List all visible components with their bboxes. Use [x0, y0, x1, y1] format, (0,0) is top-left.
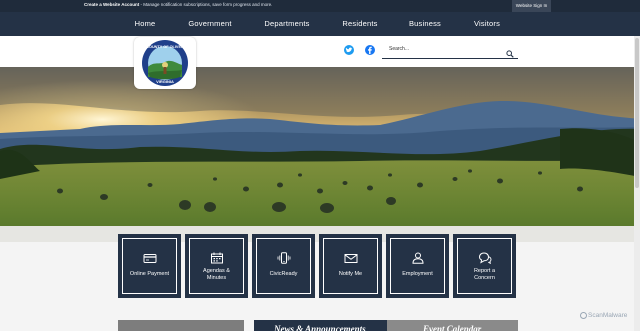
nav-home[interactable]: Home	[135, 12, 156, 36]
tile-label-line2: Concern	[474, 275, 495, 281]
facebook-icon[interactable]	[365, 45, 375, 55]
tile-frame: Report a Concern	[457, 238, 512, 294]
tile-civicready[interactable]: CivicReady	[252, 234, 315, 298]
search-input[interactable]: Search...	[382, 42, 518, 59]
create-account-link[interactable]: Create a Website Account - Manage notifi…	[84, 2, 272, 7]
person-icon	[411, 251, 425, 269]
envelope-icon	[344, 251, 358, 269]
tile-frame: Online Payment	[122, 238, 177, 294]
logo-top-text: COUNTY OF OLIVER	[146, 45, 184, 49]
website-sign-in-button[interactable]: Website Sign In	[512, 0, 551, 12]
page-scrollbar[interactable]	[634, 36, 640, 331]
credit-card-icon	[143, 251, 157, 269]
utility-bar: Create a Website Account - Manage notifi…	[0, 0, 640, 12]
tile-report-a-concern[interactable]: Report a Concern	[453, 234, 516, 298]
left-feature-panel	[118, 320, 244, 331]
chat-bubbles-icon	[478, 251, 492, 269]
tile-frame: Employment	[390, 238, 445, 294]
tile-online-payment[interactable]: Online Payment	[118, 234, 181, 298]
nav-departments[interactable]: Departments	[264, 12, 309, 36]
event-calendar-tab[interactable]: Event Calendar	[387, 320, 518, 331]
logo-bottom-text: VIRGINIA	[156, 79, 174, 84]
scrollbar-thumb[interactable]	[635, 38, 639, 188]
tile-label: Online Payment	[129, 271, 170, 277]
tile-label-line1: Agendas &	[203, 268, 230, 274]
phone-vibrate-icon	[277, 251, 291, 269]
hero-landscape-image	[0, 67, 640, 226]
tile-label: CivicReady	[269, 271, 298, 277]
calendar-icon	[210, 251, 224, 269]
search-placeholder: Search...	[389, 46, 410, 52]
nav-government[interactable]: Government	[188, 12, 231, 36]
main-nav: Home Government Departments Residents Bu…	[0, 12, 640, 36]
tile-agendas-minutes[interactable]: Agendas & Minutes	[185, 234, 248, 298]
tile-frame: Agendas & Minutes	[189, 238, 244, 294]
nav-residents[interactable]: Residents	[342, 12, 377, 36]
tile-label-line1: Report a	[473, 268, 496, 274]
scanmalware-watermark: ScanMalware	[580, 312, 627, 319]
county-logo[interactable]: COUNTY OF OLIVER VIRGINIA	[134, 37, 196, 89]
tile-label: Employment	[402, 271, 433, 277]
tile-label-line2: Minutes	[206, 275, 227, 281]
tile-notify-me[interactable]: Notify Me	[319, 234, 382, 298]
tile-frame: Notify Me	[323, 238, 378, 294]
tile-label: Notify Me	[338, 271, 363, 277]
news-announcements-tab[interactable]: News & Announcements	[254, 320, 387, 331]
tile-frame: CivicReady	[256, 238, 311, 294]
nav-visitors[interactable]: Visitors	[474, 12, 500, 36]
twitter-icon[interactable]	[344, 45, 354, 55]
watermark-logo-icon	[580, 312, 587, 319]
tile-employment[interactable]: Employment	[386, 234, 449, 298]
nav-business[interactable]: Business	[409, 12, 441, 36]
header	[0, 36, 640, 67]
search-icon[interactable]	[506, 45, 514, 63]
